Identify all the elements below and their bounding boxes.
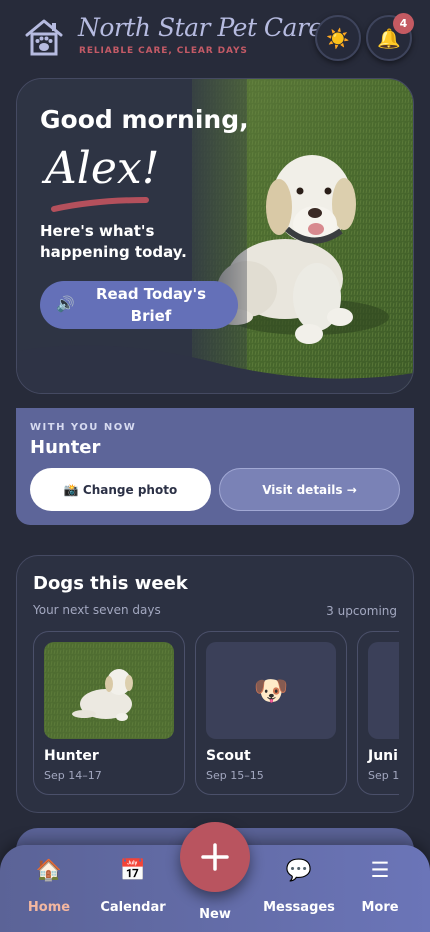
read-brief-button[interactable]: 🔊 Read Today's Brief — [40, 281, 238, 329]
home-icon: 🏠 — [35, 858, 63, 882]
nav-more-label: More — [361, 900, 399, 915]
nav-home-label: Home — [27, 900, 71, 915]
dog-thumbnail: 🐶 — [206, 642, 336, 739]
plus-icon — [201, 843, 229, 871]
hero-subtitle: Here's what's happening today. — [40, 222, 187, 261]
nav-home[interactable]: 🏠 Home — [19, 845, 79, 932]
change-photo-button[interactable]: 📸 Change photo — [30, 468, 211, 511]
nav-more[interactable]: ☰ More — [356, 845, 404, 932]
nav-new-label: New — [199, 907, 231, 922]
user-name: Alex! — [45, 143, 160, 194]
hero-card: Good morning, Alex! Here's what's happen… — [16, 78, 414, 394]
notification-badge: 4 — [393, 13, 414, 34]
dogs-this-week-subtitle: Your next seven days — [33, 603, 161, 617]
nav-calendar-label: Calendar — [100, 900, 166, 915]
dog-dates: Sep 15–15 — [206, 769, 264, 782]
dog-card-hunter[interactable]: Hunter Sep 14–17 — [33, 631, 185, 795]
dog-card-scout[interactable]: 🐶 Scout Sep 15–15 — [195, 631, 347, 795]
dog-name: Scout — [206, 748, 251, 764]
dog-dates: Sep 14–17 — [44, 769, 102, 782]
dog-name: Hunter — [44, 748, 99, 764]
nav-new[interactable]: New — [168, 822, 262, 932]
notifications-button[interactable]: 🔔 4 — [366, 13, 414, 61]
dogs-this-week-card: Dogs this week Your next seven days 3 up… — [16, 555, 414, 813]
with-you-now-label: WITH YOU NOW — [30, 422, 137, 433]
paw-house-logo-icon — [25, 19, 63, 56]
dog-carousel[interactable]: Hunter Sep 14–17 🐶 Scout Sep 15–15 Junip… — [33, 631, 399, 796]
current-dog-name: Hunter — [30, 437, 101, 458]
theme-toggle-button[interactable]: ☀️ — [315, 15, 361, 61]
hunter-photo-image — [44, 642, 174, 739]
with-you-now-card: WITH YOU NOW Hunter 📸 Change photo Visit… — [16, 408, 414, 525]
messages-icon: 💬 — [285, 858, 313, 882]
dog-face-icon: 🐶 — [253, 674, 289, 707]
dog-dates: Sep 16 — [368, 769, 399, 782]
dog-card-juniper[interactable]: Juniper Sep 16 — [357, 631, 399, 795]
name-underline-decoration — [51, 197, 149, 212]
new-button[interactable] — [180, 822, 250, 892]
change-photo-label: 📸 Change photo — [63, 482, 178, 497]
brand-tagline: RELIABLE CARE, CLEAR DAYS — [79, 46, 248, 56]
bottom-nav: 🏠 Home 📅 Calendar New 💬 Messages ☰ More — [0, 822, 430, 932]
dog-thumbnail — [368, 642, 399, 739]
speaker-icon: 🔊 — [56, 295, 75, 313]
nav-messages-label: Messages — [263, 900, 335, 915]
sun-icon: ☀️ — [326, 27, 350, 50]
greeting-text: Good morning, — [40, 105, 249, 134]
read-brief-label: Read Today's Brief — [95, 285, 207, 325]
nav-messages[interactable]: 💬 Messages — [262, 845, 336, 932]
menu-icon: ☰ — [370, 858, 390, 882]
dogs-this-week-title: Dogs this week — [33, 573, 188, 594]
app-header: North Star Pet Care RELIABLE CARE, CLEAR… — [0, 0, 430, 78]
nav-calendar[interactable]: 📅 Calendar — [98, 845, 168, 932]
visit-details-button[interactable]: Visit details → — [219, 468, 400, 511]
hero-wave-decoration — [17, 345, 413, 393]
visit-details-label: Visit details → — [262, 482, 357, 497]
dog-name: Juniper — [368, 748, 399, 764]
brand-name: North Star Pet Care — [78, 13, 323, 42]
upcoming-count: 3 upcoming — [326, 604, 397, 618]
calendar-icon: 📅 — [119, 858, 147, 882]
dog-thumbnail — [44, 642, 174, 739]
